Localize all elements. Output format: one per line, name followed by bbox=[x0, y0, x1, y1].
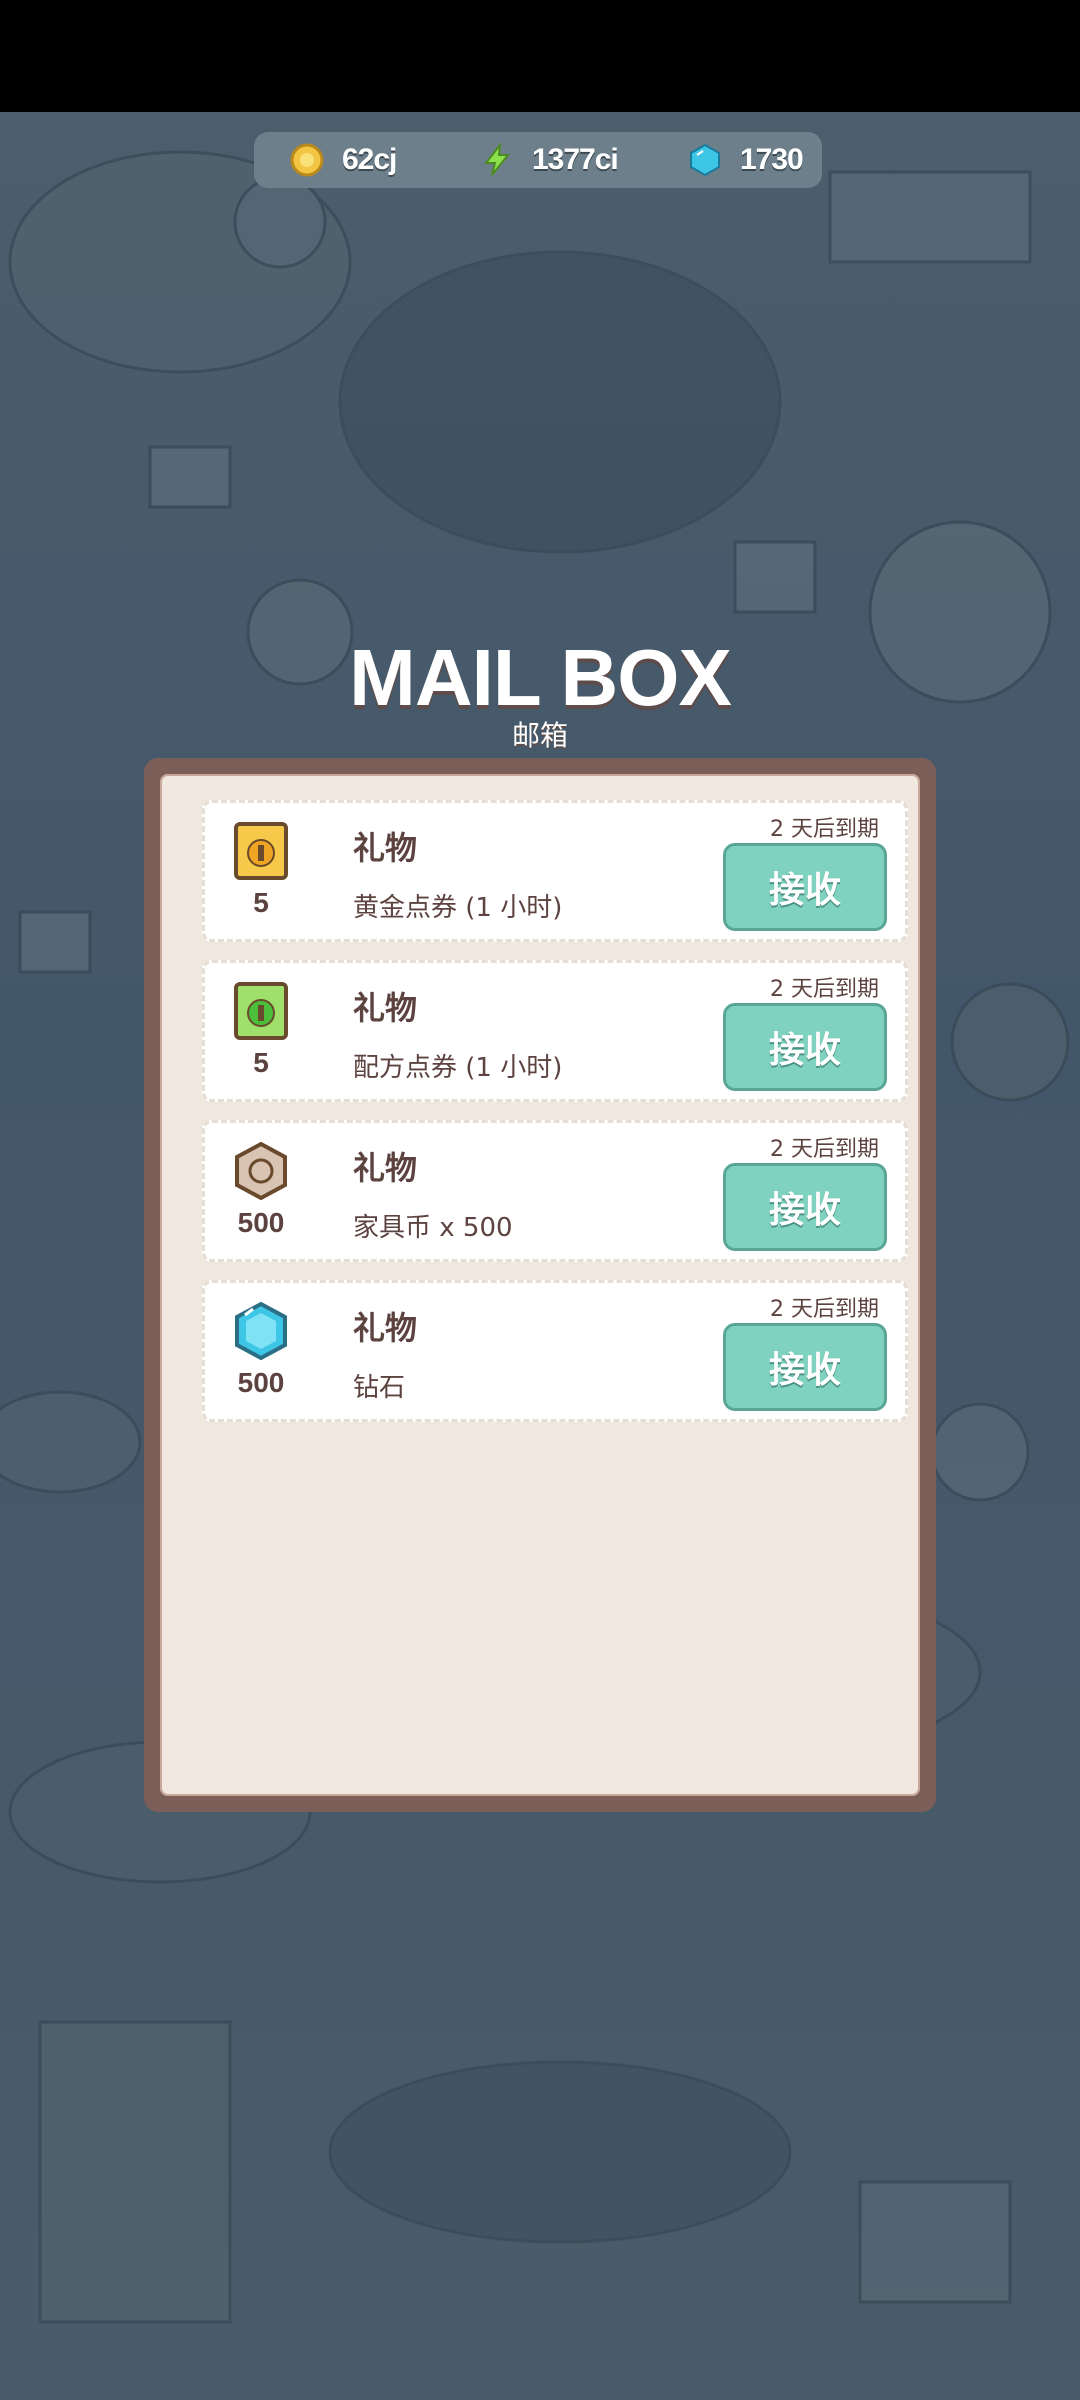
mail-description: 家具币 x 500 bbox=[353, 1213, 513, 1243]
expire-label: 2 天后到期 bbox=[770, 817, 879, 842]
diamond-icon bbox=[231, 1301, 291, 1361]
energy-resource[interactable]: 1377ci bbox=[480, 132, 619, 188]
green-ticket-icon bbox=[231, 981, 291, 1041]
receive-button[interactable]: 接收 bbox=[723, 1163, 887, 1251]
mail-item: 5 礼物 黄金点券 (1 小时) 2 天后到期 接收 bbox=[202, 800, 908, 942]
energy-value: 1377ci bbox=[532, 143, 619, 176]
mail-description: 黄金点券 (1 小时) bbox=[353, 893, 563, 923]
diamond-value: 1730 bbox=[740, 143, 804, 176]
mail-title: 礼物 bbox=[353, 829, 418, 867]
mail-item: 500 礼物 钻石 2 天后到期 接收 bbox=[202, 1280, 908, 1422]
gold-resource[interactable]: 62cj bbox=[290, 132, 397, 188]
expire-label: 2 天后到期 bbox=[770, 1137, 879, 1162]
item-quantity: 5 bbox=[253, 1047, 269, 1078]
item-quantity: 500 bbox=[237, 1367, 285, 1398]
diamond-resource[interactable]: 1730 bbox=[688, 132, 804, 188]
gold-value: 62cj bbox=[342, 143, 397, 176]
page-title: MAIL BOX bbox=[349, 633, 732, 722]
mail-description: 配方点券 (1 小时) bbox=[353, 1053, 563, 1083]
resource-bar: 62cj 1377ci 1730 bbox=[254, 132, 822, 188]
item-quantity: 500 bbox=[237, 1207, 285, 1238]
receive-button[interactable]: 接收 bbox=[723, 1003, 887, 1091]
page-subtitle: 邮箱 bbox=[511, 719, 568, 752]
item-quantity: 5 bbox=[253, 887, 269, 918]
gold-ticket-icon bbox=[231, 821, 291, 881]
receive-button[interactable]: 接收 bbox=[723, 843, 887, 931]
mail-title: 礼物 bbox=[353, 1309, 418, 1347]
mailbox-panel: 5 礼物 黄金点券 (1 小时) 2 天后到期 接收 5 礼物 配方点券 (1 … bbox=[144, 758, 936, 1812]
furniture-coin-icon bbox=[231, 1141, 291, 1201]
expire-label: 2 天后到期 bbox=[770, 977, 879, 1002]
mail-title: 礼物 bbox=[353, 989, 418, 1027]
status-bar bbox=[0, 0, 1080, 112]
mailbox-list: 5 礼物 黄金点券 (1 小时) 2 天后到期 接收 5 礼物 配方点券 (1 … bbox=[160, 774, 920, 1796]
receive-button[interactable]: 接收 bbox=[723, 1323, 887, 1411]
mail-description: 钻石 bbox=[353, 1373, 406, 1403]
lightning-icon bbox=[480, 143, 514, 177]
diamond-icon bbox=[688, 143, 722, 177]
gold-coin-icon bbox=[290, 143, 324, 177]
mail-title: 礼物 bbox=[353, 1149, 418, 1187]
mail-item: 500 礼物 家具币 x 500 2 天后到期 接收 bbox=[202, 1120, 908, 1262]
mail-item: 5 礼物 配方点券 (1 小时) 2 天后到期 接收 bbox=[202, 960, 908, 1102]
expire-label: 2 天后到期 bbox=[770, 1297, 879, 1322]
